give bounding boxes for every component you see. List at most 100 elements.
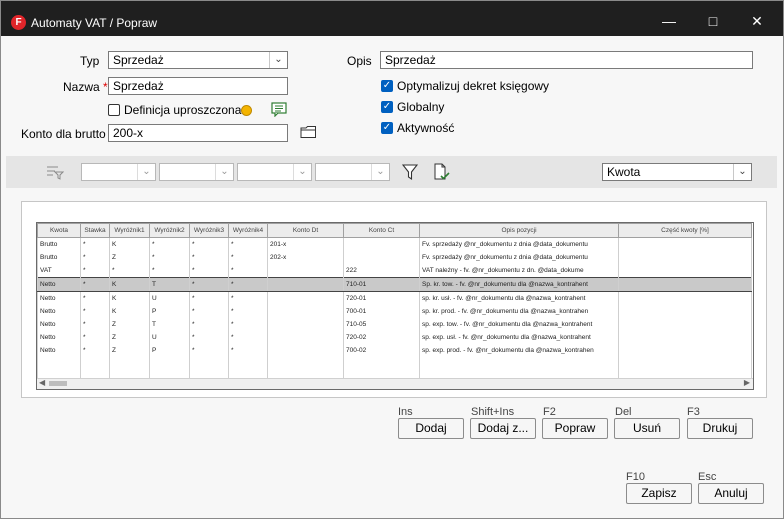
- window-title: Automaty VAT / Popraw: [31, 16, 158, 30]
- optymalizuj-label: Optymalizuj dekret księgowy: [397, 79, 550, 93]
- definicja-label: Definicja uproszczona: [124, 103, 242, 117]
- anuluj-button[interactable]: Anuluj: [698, 483, 764, 504]
- table-cell: [618, 291, 752, 305]
- positions-grid[interactable]: Kwota Stawka Wyróżnik1 Wyróżnik2 Wyróżni…: [36, 222, 754, 390]
- column-header[interactable]: Konto Dt: [267, 223, 344, 238]
- konto-value: 200-x: [113, 126, 144, 140]
- table-cell: [343, 237, 420, 251]
- chevron-down-icon[interactable]: ⌄: [371, 164, 389, 180]
- usun-hotkey: Del: [615, 406, 632, 418]
- nazwa-input[interactable]: Sprzedaż: [108, 77, 288, 95]
- kwota-select[interactable]: Kwota ⌄: [602, 163, 752, 181]
- table-row[interactable]: Netto * K P * * 700-01 sp. kr. prod. - fv. @nr_…: [37, 305, 752, 318]
- table-cell: [618, 305, 752, 318]
- table-cell: K: [109, 305, 150, 318]
- filter-combo-1[interactable]: ⌄: [81, 163, 156, 181]
- column-header[interactable]: Konto Ct: [343, 223, 420, 238]
- table-row[interactable]: Brutto * K * * * 201-x Fv. sprzedaży @nr_dokume…: [37, 237, 752, 251]
- maximize-icon[interactable]: □: [693, 11, 733, 31]
- table-cell: K: [109, 291, 150, 305]
- folder-icon[interactable]: [300, 125, 317, 142]
- dodaj-button[interactable]: Dodaj: [398, 418, 464, 439]
- minimize-icon[interactable]: —: [649, 11, 689, 31]
- table-cell: [419, 357, 619, 370]
- table-row[interactable]: Netto * K T * * 710-01 Sp. kr. tow. - fv. @nr_d…: [37, 277, 752, 292]
- table-cell: [267, 291, 344, 305]
- column-header[interactable]: Wyróżnik1: [109, 223, 150, 238]
- table-cell: 720-02: [343, 331, 420, 344]
- dodaj-z-button[interactable]: Dodaj z...: [470, 418, 536, 439]
- comment-icon[interactable]: [271, 102, 287, 120]
- filter-toolbar: ⌄ ⌄ ⌄ ⌄ Kwota ⌄: [6, 156, 777, 188]
- chevron-down-icon[interactable]: ⌄: [137, 164, 155, 180]
- definicja-checkbox[interactable]: [108, 104, 120, 116]
- table-cell: [37, 357, 81, 370]
- column-header[interactable]: Wyróżnik2: [149, 223, 190, 238]
- export-document-icon[interactable]: [433, 163, 451, 184]
- zapisz-button[interactable]: Zapisz: [626, 483, 692, 504]
- column-header[interactable]: Wyróżnik4: [228, 223, 268, 238]
- table-cell: K: [109, 237, 150, 251]
- table-row[interactable]: Netto * Z T * * 710-05 sp. exp. tow. - fv. @nr_…: [37, 318, 752, 331]
- table-cell: 700-02: [343, 344, 420, 357]
- chevron-down-icon[interactable]: ⌄: [293, 164, 311, 180]
- table-cell: 710-01: [343, 277, 420, 292]
- globalny-checkbox[interactable]: ✓: [381, 101, 393, 113]
- table-cell: Sp. kr. tow. - fv. @nr_dokumentu dla @na…: [419, 277, 619, 292]
- table-cell: [267, 277, 344, 292]
- chevron-down-icon[interactable]: ⌄: [733, 164, 751, 180]
- dodaj-hotkey: Ins: [398, 406, 413, 418]
- aktywnosc-checkbox[interactable]: ✓: [381, 122, 393, 134]
- optymalizuj-checkbox[interactable]: ✓: [381, 80, 393, 92]
- table-cell: [267, 318, 344, 331]
- table-cell: [267, 305, 344, 318]
- table-cell: *: [80, 344, 110, 357]
- kwota-value: Kwota: [607, 165, 641, 179]
- opis-label: Opis: [347, 54, 372, 68]
- table-cell: *: [228, 277, 268, 292]
- column-header[interactable]: Kwota: [37, 223, 81, 238]
- filter-settings-icon[interactable]: [46, 164, 65, 183]
- table-cell: [618, 264, 752, 278]
- column-header[interactable]: Wyróżnik3: [189, 223, 229, 238]
- scroll-thumb[interactable]: [49, 381, 67, 386]
- typ-select[interactable]: Sprzedaż ⌄: [108, 51, 288, 69]
- konto-input[interactable]: 200-x: [108, 124, 288, 142]
- column-header[interactable]: Stawka: [80, 223, 110, 238]
- table-cell: Z: [109, 344, 150, 357]
- filter-combo-2[interactable]: ⌄: [159, 163, 234, 181]
- anuluj-hotkey: Esc: [698, 471, 717, 483]
- scroll-left-icon[interactable]: ◀: [39, 378, 45, 387]
- funnel-icon[interactable]: [401, 163, 419, 184]
- column-header[interactable]: Opis pozycji: [419, 223, 619, 238]
- table-row[interactable]: Netto * Z P * * 700-02 sp. exp. prod. - fv. @nr…: [37, 344, 752, 357]
- table-row[interactable]: VAT * * * * * 222 VAT należny - fv. @nr_dokumen…: [37, 264, 752, 278]
- horizontal-scrollbar[interactable]: ◀ ▶: [37, 378, 753, 389]
- table-cell: VAT należny - fv. @nr_dokumentu z dn. @d…: [419, 264, 619, 278]
- filter-combo-4[interactable]: ⌄: [315, 163, 390, 181]
- table-row[interactable]: Brutto * Z * * * 202-x Fv. sprzedaży @nr_dokume…: [37, 251, 752, 264]
- table-cell: [228, 357, 268, 370]
- dialog-window: F Automaty VAT / Popraw — □ ✕ Typ Sprzed…: [0, 0, 784, 519]
- chevron-down-icon[interactable]: ⌄: [215, 164, 233, 180]
- usun-button[interactable]: Usuń: [614, 418, 680, 439]
- opis-input[interactable]: Sprzedaż: [380, 51, 753, 69]
- table-cell: Netto: [37, 291, 81, 305]
- close-icon[interactable]: ✕: [737, 11, 777, 31]
- table-cell: Z: [109, 318, 150, 331]
- table-row[interactable]: Netto * K U * * 720-01 sp. kr. usł. - fv. @nr_d…: [37, 291, 752, 305]
- column-header[interactable]: Część kwoty [%]: [618, 223, 752, 238]
- konto-label: Konto dla brutto: [21, 127, 106, 141]
- chevron-down-icon[interactable]: ⌄: [269, 52, 287, 68]
- drukuj-button[interactable]: Drukuj: [687, 418, 753, 439]
- table-cell: U: [149, 331, 190, 344]
- title-bar[interactable]: F Automaty VAT / Popraw — □ ✕: [1, 1, 783, 36]
- table-cell: K: [109, 277, 150, 292]
- table-cell: *: [149, 264, 190, 278]
- popraw-button[interactable]: Popraw: [542, 418, 608, 439]
- filter-combo-3[interactable]: ⌄: [237, 163, 312, 181]
- typ-label: Typ: [80, 54, 100, 68]
- scroll-right-icon[interactable]: ▶: [744, 378, 750, 387]
- table-cell: *: [189, 251, 229, 264]
- table-row[interactable]: Netto * Z U * * 720-02 sp. exp. usł. - fv. @nr_…: [37, 331, 752, 344]
